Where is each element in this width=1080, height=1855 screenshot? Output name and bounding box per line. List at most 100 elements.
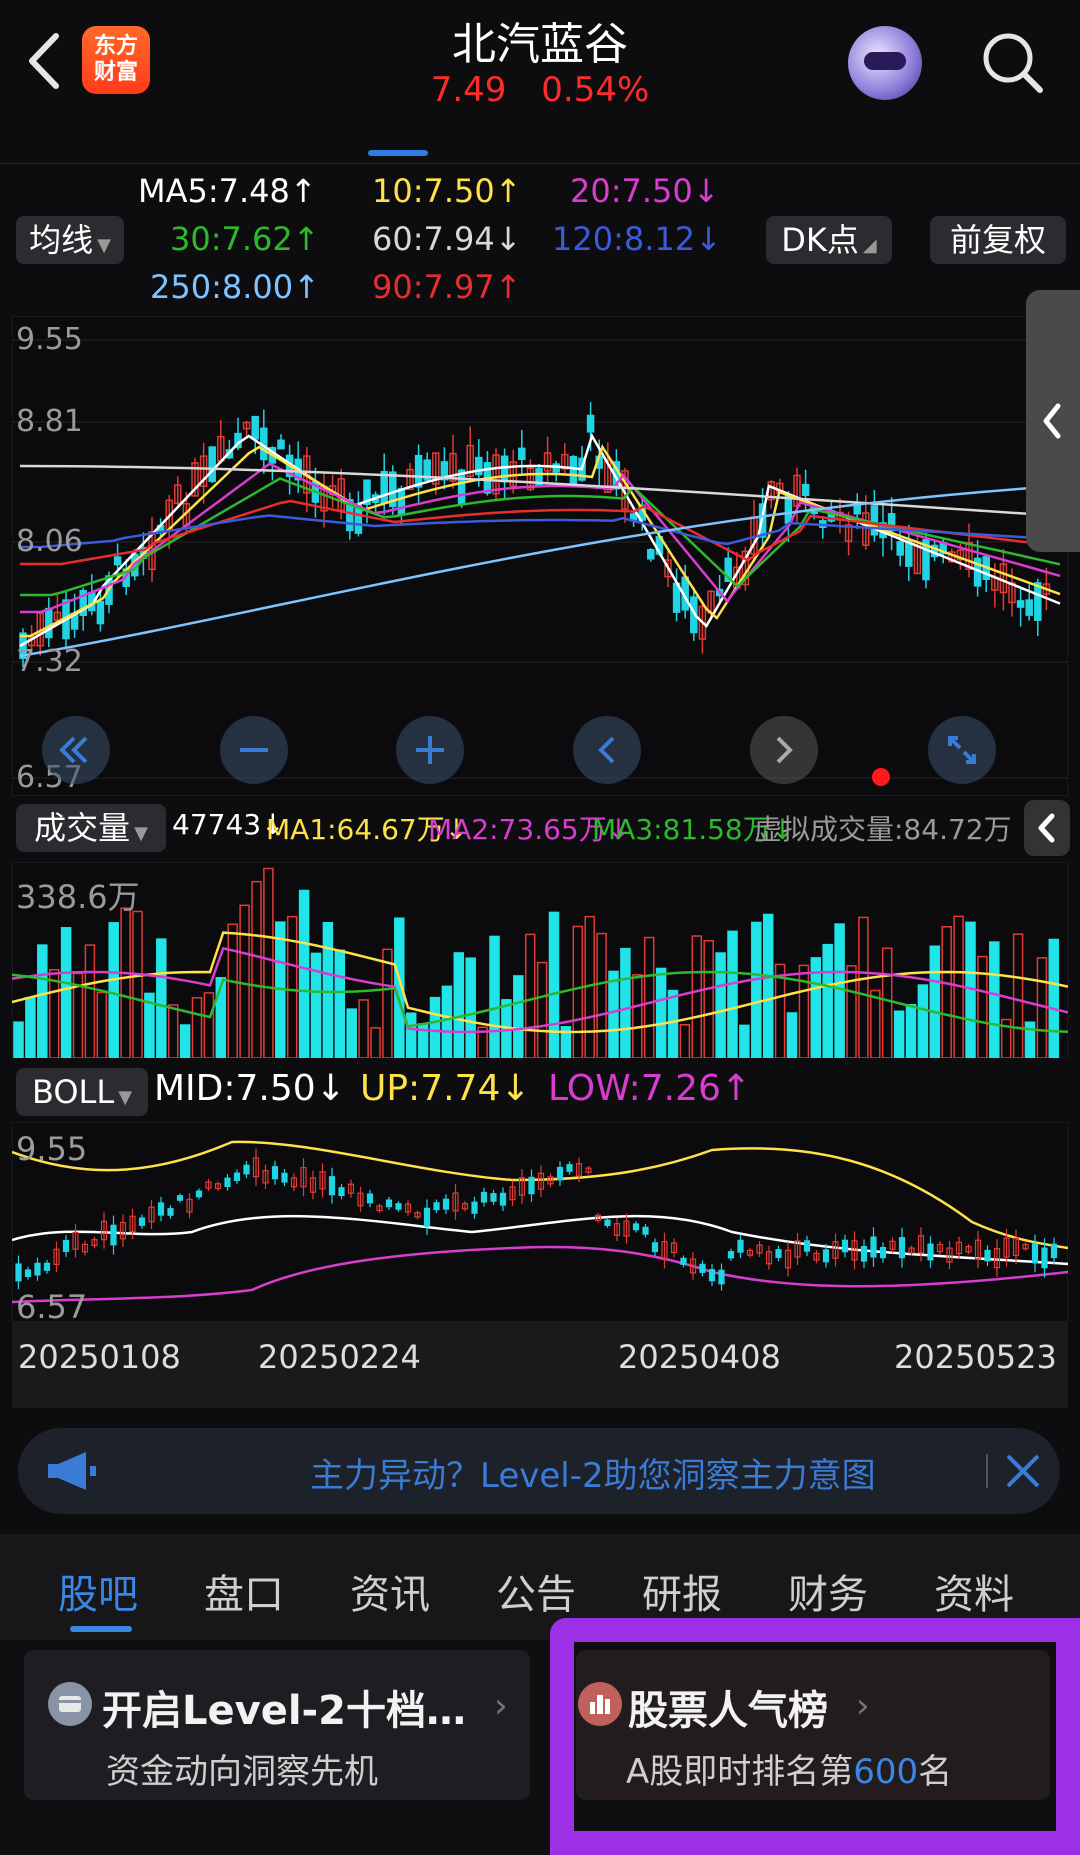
boll-candle-body — [860, 1246, 868, 1262]
volume-bar — [334, 949, 346, 1058]
candle-body — [905, 540, 913, 567]
tab-profile[interactable]: 资料 — [934, 1562, 1014, 1620]
level2-promo-banner[interactable]: 主力异动？Level-2助您洞察主力意图 — [18, 1428, 1060, 1514]
volume-bar — [156, 938, 167, 1058]
date-label-3: 20250408 — [618, 1338, 781, 1376]
boll-candle-body — [737, 1239, 744, 1253]
assistant-robot-icon[interactable] — [848, 26, 922, 100]
ma90-value: 90:7.97↑ — [372, 268, 522, 306]
dk-point-button[interactable]: DK点 ◢ — [766, 216, 892, 264]
chart-frame — [12, 1122, 1068, 1322]
boll-candle-body — [433, 1202, 440, 1211]
volume-bar — [1048, 938, 1060, 1058]
volume-bar — [917, 984, 929, 1058]
boll-candle-body — [879, 1246, 887, 1259]
scroll-right-button[interactable] — [750, 716, 818, 784]
boll-candle-body — [233, 1172, 241, 1182]
boll-candle-body — [680, 1257, 687, 1265]
boll-candle-body — [43, 1262, 51, 1271]
boll-candle-body — [138, 1217, 146, 1226]
boll-candle-body — [423, 1207, 431, 1227]
tab-pankou[interactable]: 盘口 — [204, 1562, 284, 1620]
tab-finance[interactable]: 财务 — [788, 1562, 868, 1620]
volume-panel-toggle[interactable] — [1024, 800, 1070, 856]
boll-candle-body — [385, 1199, 393, 1208]
boll-candle-body — [328, 1176, 336, 1196]
boll-candle-body — [898, 1237, 906, 1259]
boll-candle-body — [870, 1236, 877, 1258]
boll-candle-body — [651, 1242, 659, 1253]
volume-bar — [620, 947, 631, 1058]
side-panel-toggle[interactable] — [1026, 290, 1080, 552]
ma60-value: 60:7.94↓ — [372, 220, 522, 258]
tab-guba[interactable]: 股吧 — [58, 1562, 138, 1620]
volume-bar — [322, 921, 334, 1058]
volume-bar — [429, 996, 441, 1058]
boll-candle-body — [727, 1251, 735, 1259]
ma20-value: 20:7.50↓ — [570, 172, 720, 210]
boll-candle-body — [699, 1263, 706, 1273]
boll-tick-top: 9.55 — [16, 1130, 88, 1168]
boll-candle-body — [841, 1239, 849, 1253]
boll-candle-body — [642, 1226, 649, 1235]
active-tab-indicator — [70, 1626, 132, 1632]
price-tick-top: 9.55 — [16, 322, 83, 357]
level2-card[interactable]: 开启Level-2十档… 资金动向洞察先机 › — [24, 1650, 530, 1800]
boll-chart[interactable] — [12, 1122, 1068, 1322]
date-label-1: 20250108 — [18, 1338, 181, 1376]
ma-selector[interactable]: 均线 ▼ — [16, 216, 124, 264]
chevron-left-icon — [598, 736, 615, 764]
forward-adjust-button[interactable]: 前复权 — [930, 216, 1066, 264]
boll-candle-body — [499, 1192, 507, 1206]
volume-bar — [108, 922, 119, 1058]
candle-body — [45, 607, 53, 639]
volume-bar — [1024, 1021, 1036, 1058]
candle-body — [500, 455, 509, 483]
volume-bar — [893, 1010, 905, 1058]
kline-chart[interactable] — [12, 316, 1068, 796]
volume-bar — [739, 1024, 750, 1058]
dk-signal-dot — [872, 768, 890, 786]
candle-body — [1034, 582, 1042, 621]
candle-body — [414, 454, 423, 488]
volume-tick-max: 338.6万 — [16, 878, 140, 916]
candle-body — [251, 415, 259, 440]
volume-bar — [60, 927, 72, 1058]
date-label-4: 20250523 — [894, 1338, 1057, 1376]
ma30-value: 30:7.62↑ — [170, 220, 320, 258]
tab-announcements[interactable]: 公告 — [496, 1562, 576, 1620]
candle-body — [569, 456, 578, 486]
volume-bar — [989, 941, 1000, 1058]
chevron-right-icon: › — [494, 1686, 508, 1726]
scroll-left-button[interactable] — [573, 716, 641, 784]
boll-candle-body — [1031, 1243, 1039, 1264]
zoom-out-button[interactable] — [220, 716, 288, 784]
banner-divider — [986, 1454, 988, 1488]
scroll-start-button[interactable] — [42, 716, 110, 784]
close-icon[interactable] — [1004, 1452, 1042, 1490]
date-label-2: 20250224 — [258, 1338, 421, 1376]
volume-bar — [715, 952, 726, 1058]
boll-candle-body — [822, 1249, 830, 1263]
tab-news[interactable]: 资讯 — [350, 1562, 430, 1620]
volume-selector[interactable]: 成交量 ▼ — [16, 804, 166, 852]
boll-mid: MID:7.50↓ — [154, 1068, 346, 1109]
boll-candle-body — [490, 1193, 497, 1202]
boll-candle-body — [1050, 1243, 1058, 1259]
chart-period-tabs[interactable] — [0, 108, 1080, 164]
boll-candle-body — [632, 1223, 640, 1231]
boll-selector[interactable]: BOLL ▼ — [16, 1068, 148, 1116]
boll-candle-body — [62, 1239, 70, 1253]
search-icon[interactable] — [980, 30, 1046, 96]
candle-body — [586, 414, 595, 433]
tab-research[interactable]: 研报 — [642, 1562, 722, 1620]
fullscreen-button[interactable] — [928, 716, 996, 784]
boll-candle-body — [566, 1164, 573, 1172]
zoom-in-button[interactable] — [396, 716, 464, 784]
volume-bar — [667, 989, 679, 1058]
candle-body — [1016, 600, 1025, 608]
volume-chart[interactable] — [12, 862, 1068, 1058]
candle-body — [896, 541, 904, 556]
volume-bar — [453, 952, 465, 1058]
volume-bar — [13, 1021, 24, 1058]
